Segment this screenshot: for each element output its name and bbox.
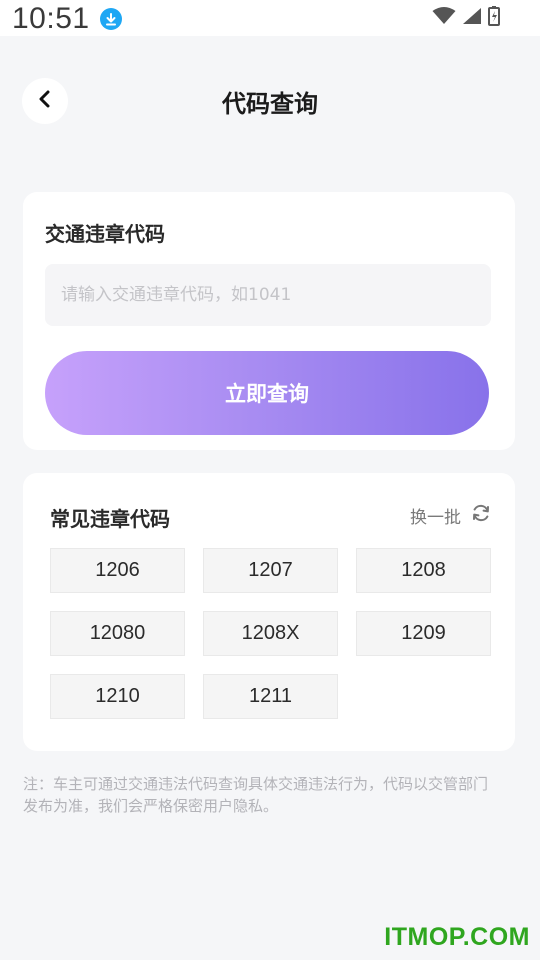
download-icon xyxy=(100,8,122,30)
refresh-button[interactable]: 换一批 xyxy=(410,503,491,528)
query-button[interactable]: 立即查询 xyxy=(45,351,489,435)
code-chip[interactable]: 1209 xyxy=(356,611,491,656)
refresh-icon xyxy=(471,503,491,528)
code-chip[interactable]: 1207 xyxy=(203,548,338,593)
privacy-note: 注：车主可通过交通违法代码查询具体交通违法行为，代码以交管部门发布为准，我们会严… xyxy=(23,775,489,815)
common-codes-title: 常见违章代码 xyxy=(50,507,170,531)
status-bar: 10:51 xyxy=(0,0,540,36)
common-codes-card: 常见违章代码 换一批 1206 1207 1208 12080 1208X 12… xyxy=(23,473,515,751)
signal-icon xyxy=(462,7,482,25)
status-icons xyxy=(432,6,500,26)
code-chip[interactable]: 1206 xyxy=(50,548,185,593)
code-chip[interactable]: 1208 xyxy=(356,548,491,593)
wifi-icon xyxy=(432,7,456,25)
code-grid: 1206 1207 1208 12080 1208X 1209 1210 121… xyxy=(50,548,491,719)
query-card: 交通违章代码 立即查询 xyxy=(23,192,515,450)
code-chip[interactable]: 1208X xyxy=(203,611,338,656)
watermark: ITMOP.COM xyxy=(384,923,530,951)
battery-icon xyxy=(488,6,500,26)
page-title: 代码查询 xyxy=(222,90,318,118)
status-time: 10:51 xyxy=(12,2,90,35)
code-chip[interactable]: 1211 xyxy=(203,674,338,719)
refresh-label: 换一批 xyxy=(410,508,461,528)
code-chip[interactable]: 12080 xyxy=(50,611,185,656)
code-chip[interactable]: 1210 xyxy=(50,674,185,719)
query-label: 交通违章代码 xyxy=(45,222,165,246)
header: 代码查询 xyxy=(0,36,540,166)
violation-code-input[interactable] xyxy=(45,264,491,326)
